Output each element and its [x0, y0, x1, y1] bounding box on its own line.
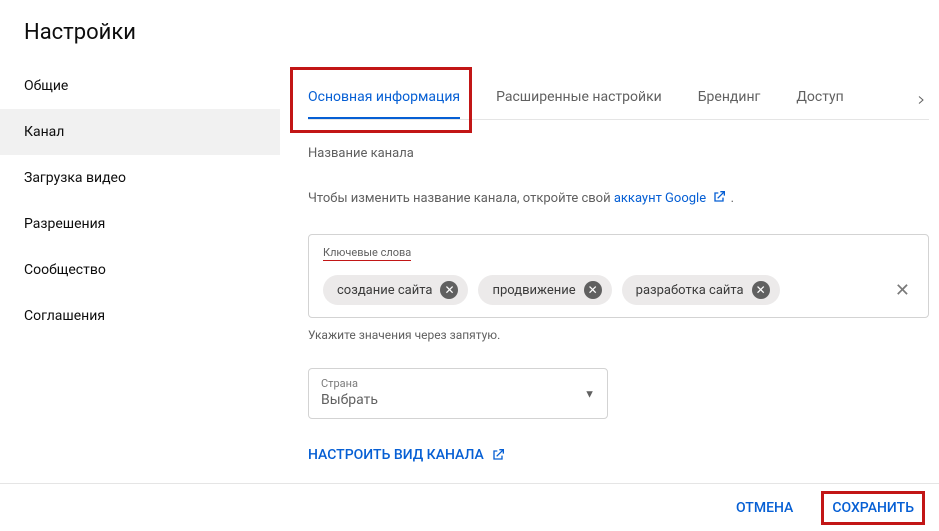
country-label: Страна — [321, 377, 595, 390]
external-link-icon — [490, 447, 506, 463]
chip-remove-button[interactable]: ✕ — [440, 281, 458, 299]
page-title: Настройки — [24, 20, 915, 45]
tab-basic-info[interactable]: Основная информация — [308, 81, 460, 119]
cancel-button[interactable]: ОТМЕНА — [726, 492, 803, 524]
keywords-chips: создание сайта ✕ продвижение ✕ разработк… — [323, 275, 914, 305]
chip-text: разработка сайта — [636, 283, 744, 298]
sidebar-item-label: Общие — [24, 78, 68, 94]
sidebar-item-label: Разрешения — [24, 216, 105, 232]
change-name-hint: Чтобы изменить название канала, откройте… — [308, 189, 929, 206]
tab-active-indicator — [308, 117, 460, 119]
save-button[interactable]: СОХРАНИТЬ — [821, 491, 925, 525]
tab-label: Основная информация — [308, 89, 460, 105]
chip-text: продвижение — [492, 283, 575, 298]
chip-text: создание сайта — [337, 283, 432, 298]
sidebar-item-label: Соглашения — [24, 308, 105, 324]
tab-label: Расширенные настройки — [496, 89, 662, 105]
sidebar-item-upload[interactable]: Загрузка видео — [0, 155, 280, 201]
dialog-header: Настройки — [0, 0, 939, 63]
keywords-field[interactable]: Ключевые слова создание сайта ✕ продвиже… — [308, 234, 929, 318]
link-text: НАСТРОИТЬ ВИД КАНАЛА — [308, 447, 484, 463]
tab-bar: Основная информация Расширенные настройк… — [308, 63, 929, 120]
clear-keywords-button[interactable]: ✕ — [895, 280, 914, 301]
sidebar-item-permissions[interactable]: Разрешения — [0, 201, 280, 247]
dialog-body: Общие Канал Загрузка видео Разрешения Со… — [0, 63, 939, 503]
channel-name-label: Название канала — [308, 146, 929, 161]
sidebar-item-label: Загрузка видео — [24, 170, 126, 186]
settings-sidebar: Общие Канал Загрузка видео Разрешения Со… — [0, 63, 280, 503]
external-link-icon — [711, 189, 727, 205]
tab-access[interactable]: Доступ — [796, 81, 843, 119]
tab-branding[interactable]: Брендинг — [698, 81, 761, 119]
tabs-scroll-right-button[interactable] — [913, 91, 929, 110]
google-account-link[interactable]: аккаунт Google — [614, 191, 731, 206]
sidebar-item-general[interactable]: Общие — [0, 63, 280, 109]
tab-label: Брендинг — [698, 89, 761, 105]
sidebar-item-agreements[interactable]: Соглашения — [0, 293, 280, 339]
keyword-chip: создание сайта ✕ — [323, 275, 468, 305]
sidebar-item-label: Канал — [24, 124, 64, 140]
sidebar-item-channel[interactable]: Канал — [0, 109, 280, 155]
caret-down-icon: ▼ — [584, 387, 595, 400]
keywords-helper: Укажите значения через запятую. — [308, 328, 929, 342]
sidebar-item-label: Сообщество — [24, 262, 106, 278]
country-select[interactable]: Страна Выбрать ▼ — [308, 368, 608, 419]
main-panel: Основная информация Расширенные настройк… — [280, 63, 939, 503]
chip-remove-button[interactable]: ✕ — [584, 281, 602, 299]
sidebar-item-community[interactable]: Сообщество — [0, 247, 280, 293]
keywords-label: Ключевые слова — [323, 246, 411, 261]
keyword-chip: разработка сайта ✕ — [622, 275, 780, 305]
keyword-chip: продвижение ✕ — [478, 275, 611, 305]
chip-remove-button[interactable]: ✕ — [752, 281, 770, 299]
configure-channel-link[interactable]: НАСТРОИТЬ ВИД КАНАЛА — [308, 447, 506, 463]
tab-advanced[interactable]: Расширенные настройки — [496, 81, 662, 119]
tab-content: Название канала Чтобы изменить название … — [308, 120, 929, 463]
link-text: аккаунт Google — [614, 191, 706, 206]
dialog-footer: ОТМЕНА СОХРАНИТЬ — [0, 483, 939, 531]
chevron-right-icon — [915, 94, 927, 106]
country-value: Выбрать — [321, 392, 595, 408]
hint-text: Чтобы изменить название канала, откройте… — [308, 191, 614, 206]
tab-label: Доступ — [796, 89, 843, 105]
